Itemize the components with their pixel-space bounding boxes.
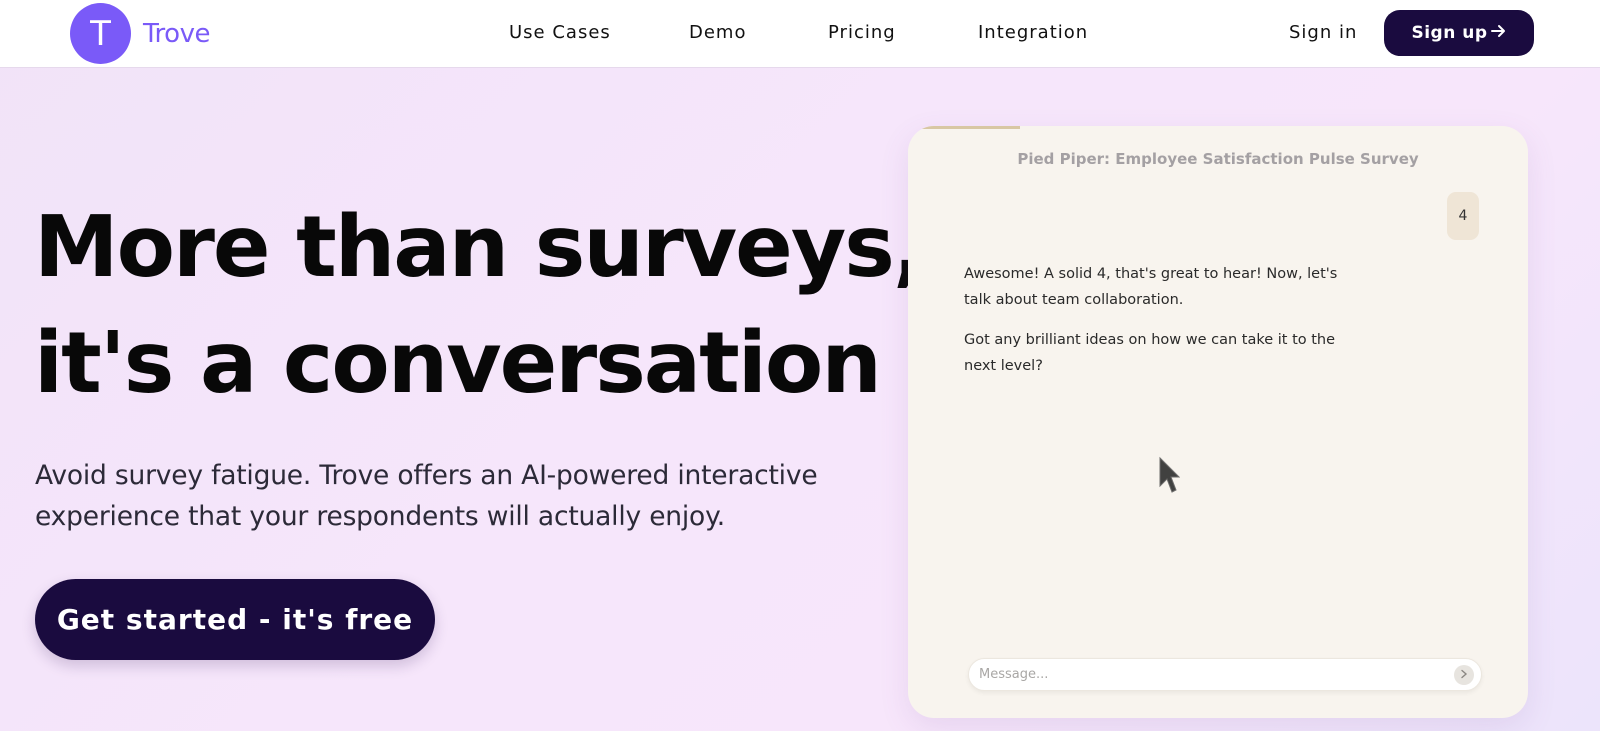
survey-progress-bar: [908, 126, 1020, 129]
signup-label: Sign up: [1411, 23, 1488, 43]
nav-pricing[interactable]: Pricing: [828, 22, 896, 43]
brand-logo[interactable]: T Trove: [70, 3, 210, 64]
hero-title-line-2: it's a conversation: [34, 314, 882, 413]
get-started-button[interactable]: Get started - it's free: [35, 579, 435, 660]
nav-use-cases[interactable]: Use Cases: [509, 22, 611, 43]
send-button[interactable]: [1454, 665, 1474, 685]
arrow-right-icon: [1490, 23, 1507, 43]
message-input[interactable]: [979, 659, 1439, 690]
site-header: T Trove Use Cases Demo Pricing Integrati…: [0, 0, 1600, 68]
logo-mark: T: [70, 3, 131, 64]
survey-title: Pied Piper: Employee Satisfaction Pulse …: [1017, 150, 1419, 168]
hero-title: More than surveys, it's a conversation: [34, 190, 925, 422]
bot-message: Awesome! A solid 4, that's great to hear…: [964, 266, 1338, 308]
signin-link[interactable]: Sign in: [1289, 22, 1357, 43]
message-input-wrapper: [968, 658, 1482, 691]
chevron-right-icon: [1459, 666, 1469, 684]
nav-demo[interactable]: Demo: [689, 22, 746, 43]
brand-name: Trove: [143, 18, 210, 49]
hero-title-line-1: More than surveys,: [34, 198, 925, 297]
user-reply-bubble: 4: [1447, 192, 1479, 240]
chat-demo-card: Pied Piper: Employee Satisfaction Pulse …: [908, 126, 1528, 718]
bot-message: Got any brilliant ideas on how we can ta…: [964, 332, 1336, 374]
nav-integration[interactable]: Integration: [978, 22, 1088, 43]
mouse-cursor-icon: [1158, 456, 1181, 501]
hero-subtitle: Avoid survey fatigue. Trove offers an AI…: [35, 460, 818, 532]
signup-button[interactable]: Sign up: [1384, 10, 1534, 56]
